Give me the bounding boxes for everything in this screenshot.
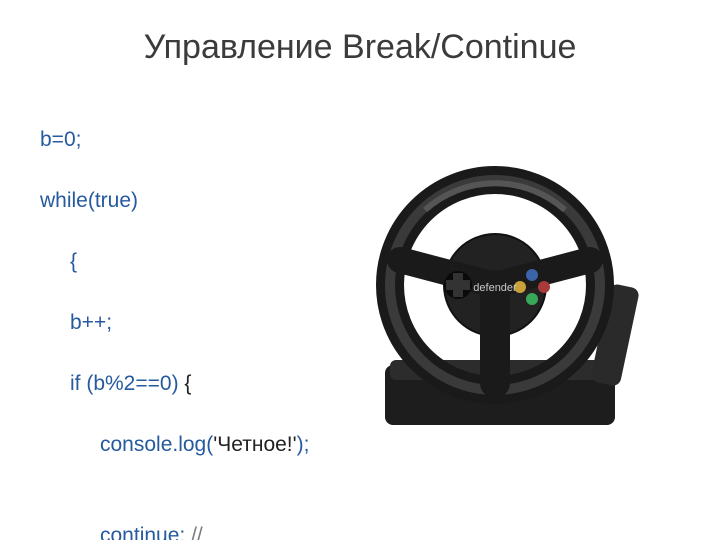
steering-wheel-image: defender (330, 165, 660, 445)
slide: Управление Break/Continue b=0; while(tru… (0, 0, 720, 540)
code-token: 'Четное!' (213, 433, 296, 456)
code-comment: // (185, 524, 203, 540)
code-line: b=0; (40, 125, 680, 155)
slide-body: b=0; while(true) { b++; if (b%2==0) { co… (40, 95, 680, 540)
brand-label: defender (473, 282, 517, 294)
slide-title: Управление Break/Continue (40, 28, 680, 67)
code-token: ); (297, 433, 310, 456)
code-token: { (179, 372, 198, 395)
code-token: continue; (100, 524, 185, 540)
code-token: if (b%2==0) (70, 372, 179, 395)
code-token: console.log( (100, 433, 213, 456)
steering-wheel-icon: defender (330, 165, 660, 445)
code-line: continue; // (40, 521, 680, 540)
